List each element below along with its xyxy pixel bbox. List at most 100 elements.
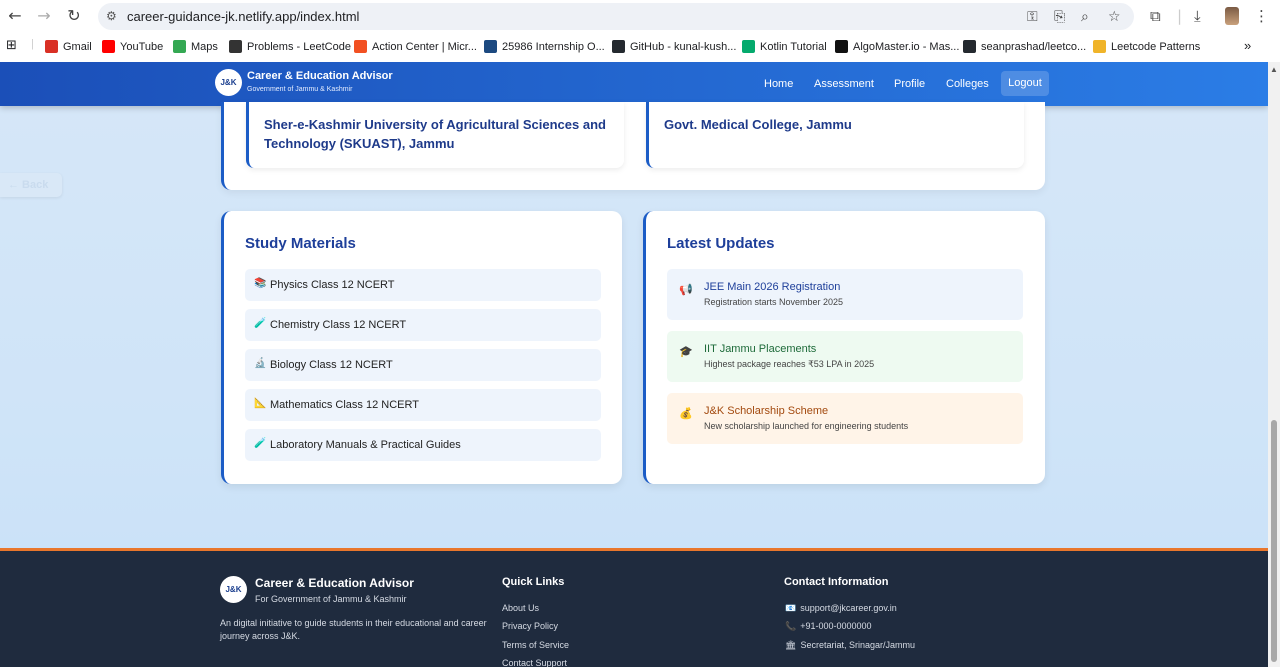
material-icon: 📚 <box>254 278 267 289</box>
footer-logo: J&K <box>220 576 247 603</box>
bookmark-item[interactable]: AlgoMaster.io - Mas... <box>835 40 959 53</box>
update-item[interactable]: 💰 J&K Scholarship Scheme New scholarship l… <box>667 393 1023 444</box>
bookmark-label: Problems - LeetCode <box>247 40 351 53</box>
bookmark-item[interactable]: GitHub - kunal-kush... <box>612 40 736 53</box>
study-materials-card: Study Materials 📚 Physics Class 12 NCERT 🧪… <box>221 211 622 484</box>
study-material-item[interactable]: 📚 Physics Class 12 NCERT <box>245 269 601 301</box>
page-scrollbar[interactable]: ▲ <box>1268 62 1280 667</box>
bookmark-item[interactable]: seanprashad/leetco... <box>963 40 1086 53</box>
bookmark-label: GitHub - kunal-kush... <box>630 40 737 53</box>
microsoft-icon <box>354 40 367 53</box>
bookmark-item[interactable]: Problems - LeetCode <box>229 40 351 53</box>
reload-icon[interactable]: ↻ <box>64 6 84 26</box>
study-material-item[interactable]: 🧪 Chemistry Class 12 NCERT <box>245 309 601 341</box>
material-icon: 📐 <box>254 398 267 409</box>
nav-home[interactable]: Home <box>764 78 793 90</box>
footer-link-contact-support[interactable]: Contact Support <box>502 658 567 667</box>
site-info-icon[interactable]: ⚙ <box>106 9 117 23</box>
page-viewport: J&K Career & Education Advisor Governmen… <box>0 62 1268 667</box>
bookmark-star-icon[interactable]: ☆ <box>1108 9 1121 25</box>
leetcode-icon <box>229 40 242 53</box>
url-text[interactable]: career-guidance-jk.netlify.app/index.htm… <box>127 9 359 24</box>
nav-profile[interactable]: Profile <box>894 78 925 90</box>
footer-link-privacy[interactable]: Privacy Policy <box>502 621 558 631</box>
algomaster-icon <box>835 40 848 53</box>
zoom-icon[interactable]: ⌕ <box>1081 9 1089 25</box>
material-label: Physics Class 12 NCERT <box>270 279 395 291</box>
bookmarks-bar: ⊞ | Gmail YouTube Maps Problems - LeetCode A… <box>0 33 1280 61</box>
leetcode-patterns-icon <box>1093 40 1106 53</box>
more-bookmarks-icon[interactable]: » <box>1244 38 1251 53</box>
bookmark-label: Leetcode Patterns <box>1111 40 1201 53</box>
material-label: Chemistry Class 12 NCERT <box>270 319 407 331</box>
bookmark-item[interactable]: Action Center | Micr... <box>354 40 477 53</box>
contact-email-text: support@jkcareer.gov.in <box>800 603 897 613</box>
nav-assessment[interactable]: Assessment <box>814 78 874 90</box>
address-bar[interactable]: ⚙ career-guidance-jk.netlify.app/index.h… <box>98 3 1134 30</box>
forward-arrow-icon[interactable]: → <box>34 6 54 26</box>
bookmark-item[interactable]: YouTube <box>102 40 163 53</box>
gmail-icon <box>45 40 58 53</box>
update-description: Highest package reaches ₹53 LPA in 2025 <box>704 359 875 369</box>
nav-colleges[interactable]: Colleges <box>946 78 989 90</box>
back-arrow-icon[interactable]: ← <box>5 6 25 26</box>
install-app-icon[interactable]: ⎘ <box>1054 9 1065 25</box>
contact-email[interactable]: 📧 support@jkcareer.gov.in <box>785 603 897 614</box>
back-button[interactable]: ← Back <box>0 173 62 197</box>
email-icon: 📧 <box>785 604 797 614</box>
update-icon: 💰 <box>679 407 693 420</box>
contact-phone[interactable]: 📞 +91-000-0000000 <box>785 621 872 632</box>
jk-logo[interactable]: J&K <box>215 69 242 96</box>
bookmark-divider: | <box>31 38 34 50</box>
github-icon <box>963 40 976 53</box>
bookmark-label: 25986 Internship O... <box>502 40 605 53</box>
password-key-icon[interactable]: ⚿ <box>1027 9 1038 25</box>
latest-updates-title: Latest Updates <box>667 235 775 252</box>
bookmark-label: Maps <box>191 40 218 53</box>
contact-phone-text: +91-000-0000000 <box>800 621 872 631</box>
update-item[interactable]: 🎓 IIT Jammu Placements Highest package rea… <box>667 331 1023 382</box>
college-card[interactable]: Sher-e-Kashmir University of Agricultura… <box>246 102 624 168</box>
footer-description: An digital initiative to guide students … <box>220 618 487 641</box>
apps-grid-icon[interactable]: ⊞ <box>6 38 17 53</box>
college-card[interactable]: Govt. Medical College, Jammu <box>646 102 1024 168</box>
bookmark-item[interactable]: 25986 Internship O... <box>484 40 605 53</box>
material-label: Mathematics Class 12 NCERT <box>270 399 419 411</box>
footer-link-about[interactable]: About Us <box>502 603 539 613</box>
phone-icon: 📞 <box>785 622 797 632</box>
toolbar-divider: | <box>1177 7 1183 25</box>
footer-link-terms[interactable]: Terms of Service <box>502 640 569 650</box>
bookmark-label: Action Center | Micr... <box>372 40 477 53</box>
bookmark-item[interactable]: Leetcode Patterns <box>1093 40 1200 53</box>
bookmark-item[interactable]: Kotlin Tutorial <box>742 40 827 53</box>
update-title: J&K Scholarship Scheme <box>704 405 829 417</box>
material-label: Biology Class 12 NCERT <box>270 359 393 371</box>
latest-updates-card: Latest Updates 📢 JEE Main 2026 Registrati… <box>643 211 1045 484</box>
bookmark-item[interactable]: Maps <box>173 40 218 53</box>
material-icon: 🧪 <box>254 438 267 449</box>
logout-button[interactable]: Logout <box>1001 71 1049 96</box>
scroll-up-arrow-icon[interactable]: ▲ <box>1270 65 1278 74</box>
bookmark-label: YouTube <box>120 40 164 53</box>
bookmark-label: Kotlin Tutorial <box>760 40 827 53</box>
footer-subtitle: For Government of Jammu & Kashmir <box>255 594 407 604</box>
contact-address-text: Secretariat, Srinagar/Jammu <box>800 640 915 650</box>
w3schools-icon <box>742 40 755 53</box>
downloads-icon[interactable]: ⤓ <box>1194 7 1201 25</box>
contact-address: 🏛 Secretariat, Srinagar/Jammu <box>785 640 915 651</box>
github-icon <box>612 40 625 53</box>
chrome-menu-icon[interactable]: ⋮ <box>1254 7 1269 25</box>
bookmark-label: AlgoMaster.io - Mas... <box>853 40 960 53</box>
update-icon: 📢 <box>679 283 693 296</box>
study-material-item[interactable]: 🧪 Laboratory Manuals & Practical Guides <box>245 429 601 461</box>
bookmark-item[interactable]: Gmail <box>45 40 92 53</box>
scrollbar-thumb[interactable] <box>1271 420 1277 662</box>
study-material-item[interactable]: 🔬 Biology Class 12 NCERT <box>245 349 601 381</box>
update-description: New scholarship launched for engineering… <box>704 421 909 431</box>
material-label: Laboratory Manuals & Practical Guides <box>270 439 461 451</box>
update-item[interactable]: 📢 JEE Main 2026 Registration Registration … <box>667 269 1023 320</box>
profile-avatar[interactable] <box>1225 7 1239 25</box>
brand-title: Career & Education Advisor <box>247 70 393 82</box>
study-material-item[interactable]: 📐 Mathematics Class 12 NCERT <box>245 389 601 421</box>
extensions-icon[interactable]: ⧉ <box>1150 7 1161 25</box>
